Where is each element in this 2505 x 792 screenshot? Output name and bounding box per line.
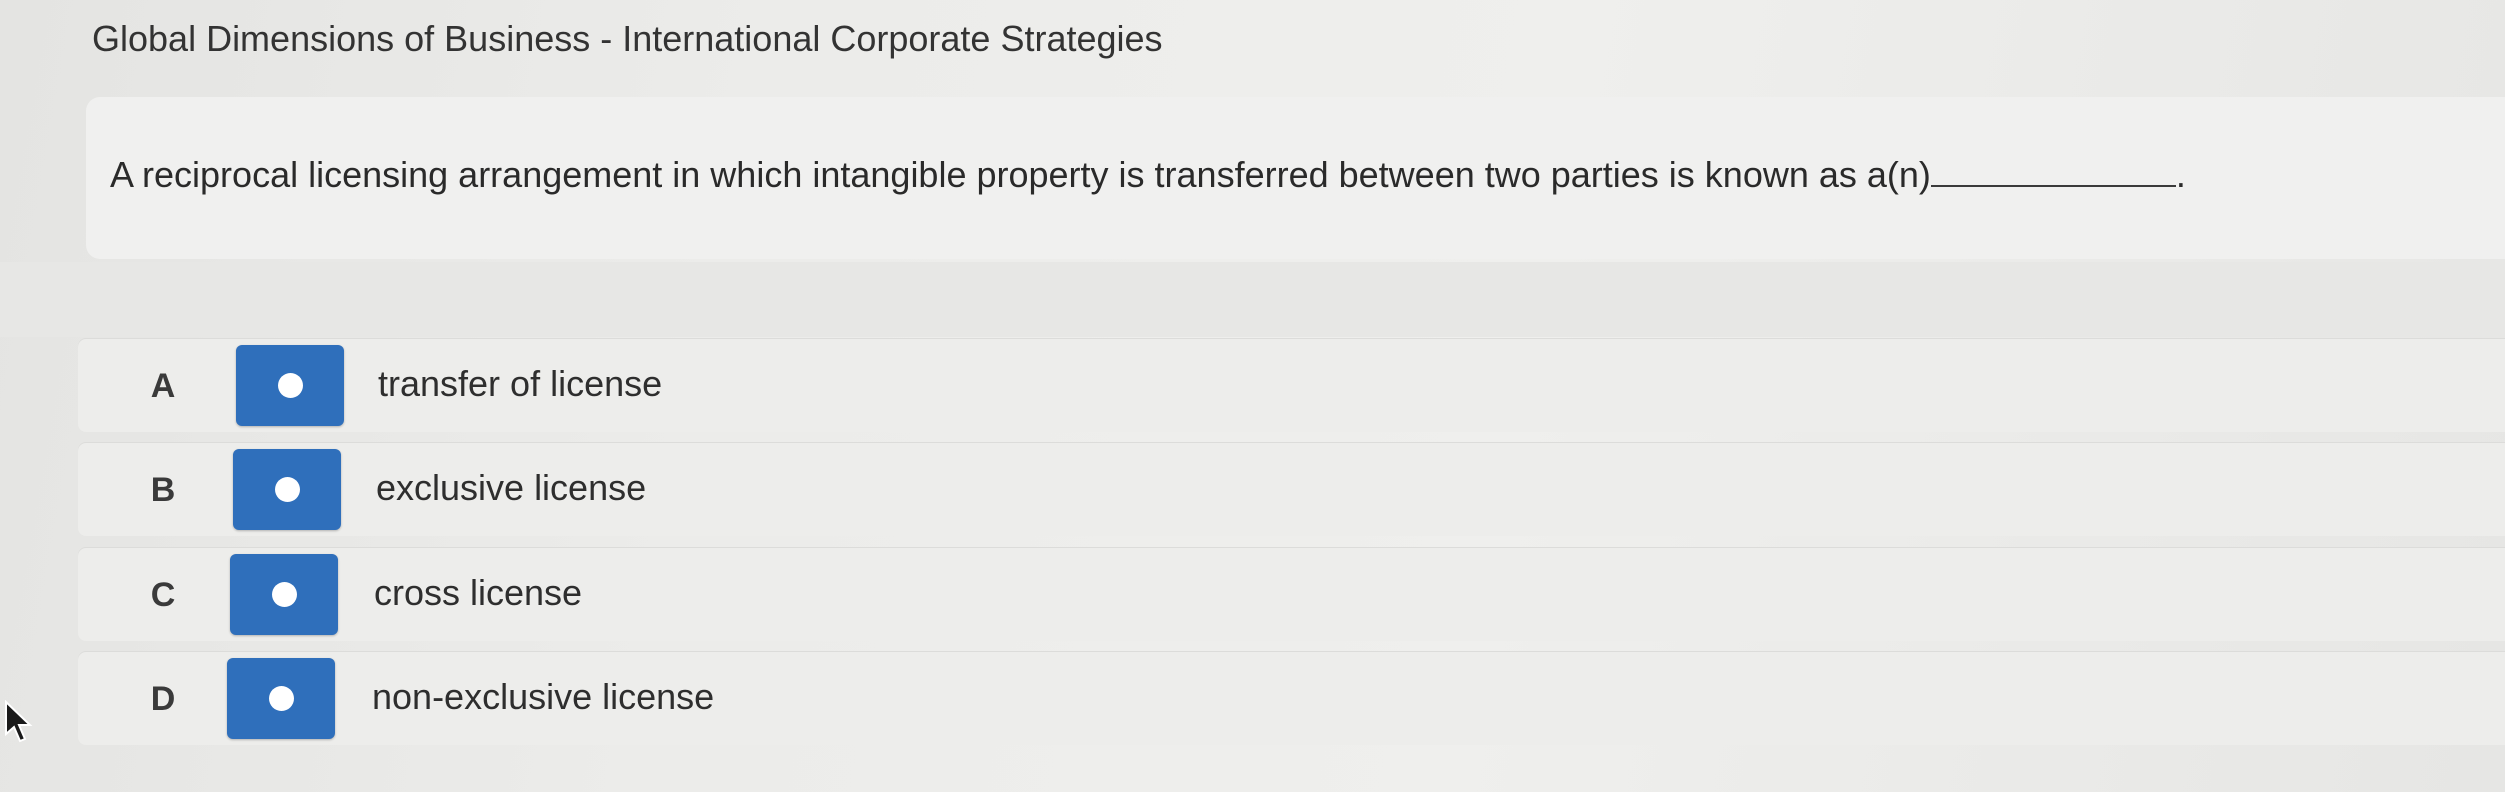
option-row-c[interactable]: C cross license xyxy=(78,548,2505,641)
radio-dot-icon xyxy=(275,477,300,502)
option-letter: D xyxy=(150,680,176,718)
option-label[interactable]: exclusive license xyxy=(376,467,646,509)
option-b-radio-button[interactable] xyxy=(233,449,341,530)
option-label[interactable]: transfer of license xyxy=(378,363,662,405)
option-row-a[interactable]: A transfer of license xyxy=(78,339,2505,432)
question-stem: A reciprocal licensing arrangement in wh… xyxy=(110,154,1931,195)
option-c-radio-button[interactable] xyxy=(230,554,338,635)
option-d-radio-button[interactable] xyxy=(227,658,335,739)
question-period: . xyxy=(2175,154,2186,195)
option-row-d[interactable]: D non-exclusive license xyxy=(78,652,2505,745)
option-label[interactable]: cross license xyxy=(374,572,582,614)
option-row-b[interactable]: B exclusive license xyxy=(78,443,2505,536)
radio-dot-icon xyxy=(272,582,297,607)
divider-band xyxy=(0,262,2505,337)
answer-blank xyxy=(1930,155,2176,187)
option-label[interactable]: non-exclusive license xyxy=(372,676,714,718)
option-letter: A xyxy=(150,367,176,405)
radio-dot-icon xyxy=(269,686,294,711)
question-text: A reciprocal licensing arrangement in wh… xyxy=(110,154,2186,196)
page-title: Global Dimensions of Business - Internat… xyxy=(92,18,1163,59)
radio-dot-icon xyxy=(278,373,303,398)
option-a-radio-button[interactable] xyxy=(236,345,344,426)
option-letter: C xyxy=(150,576,176,614)
question-card: A reciprocal licensing arrangement in wh… xyxy=(86,97,2505,259)
option-letter: B xyxy=(150,471,176,509)
mouse-pointer-icon xyxy=(5,700,33,743)
